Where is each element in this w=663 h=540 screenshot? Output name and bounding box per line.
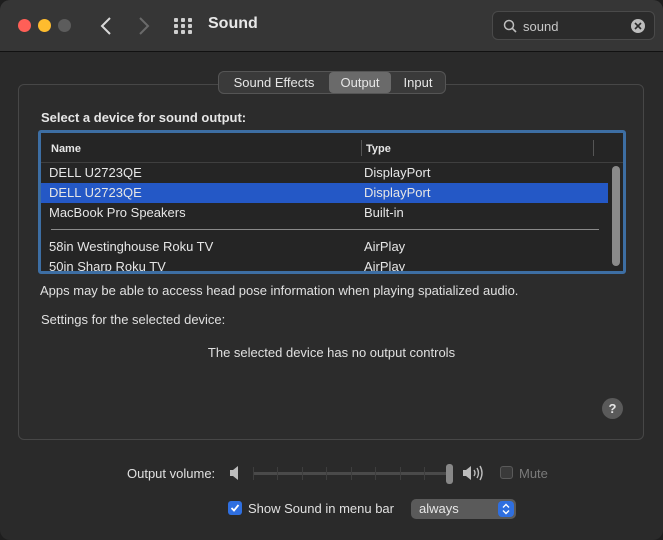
slider-tick [424,467,425,480]
updown-chevron-icon [498,501,514,517]
table-header: Name Type [41,133,623,163]
checkmark-icon [230,504,240,512]
minimize-window-button[interactable] [38,19,51,32]
search-input[interactable] [523,17,623,35]
close-window-button[interactable] [18,19,31,32]
window-title: Sound [208,15,258,32]
column-separator [361,140,362,156]
select-value: always [419,501,459,516]
vertical-scrollbar[interactable] [611,164,621,271]
tab-bar: Sound Effects Output Input [218,71,446,94]
slider-tick [253,467,254,480]
device-table[interactable]: Name Type DELL U2723QE DisplayPort DELL … [38,130,626,274]
forward-button[interactable] [133,14,155,38]
device-name: 50in Sharp Roku TV [49,259,166,274]
device-name: MacBook Pro Speakers [49,205,186,220]
back-button[interactable] [95,14,117,38]
menu-bar-visibility-select[interactable]: always [411,499,516,519]
slider-knob[interactable] [446,464,453,484]
mute-label: Mute [519,466,548,481]
device-type: DisplayPort [364,165,431,180]
device-name: DELL U2723QE [49,165,142,180]
device-name: DELL U2723QE [49,185,142,200]
speaker-high-icon [462,464,486,487]
slider-tick [351,467,352,480]
column-header-type[interactable]: Type [366,143,391,155]
tab-output[interactable]: Output [329,72,391,93]
list-divider [51,229,599,230]
mute-checkbox[interactable] [500,466,513,479]
table-row[interactable]: 58in Westinghouse Roku TV AirPlay [41,237,608,257]
titlebar: Sound [0,0,663,52]
clear-search-button[interactable] [631,19,645,33]
chevron-right-icon [139,17,150,35]
slider-tick [302,467,303,480]
table-row[interactable]: MacBook Pro Speakers Built-in [41,203,608,223]
search-field[interactable] [492,11,655,40]
slider-tick [400,467,401,480]
show-in-menu-bar-checkbox[interactable] [228,501,242,515]
device-type: Built-in [364,205,404,220]
device-type: AirPlay [364,259,406,274]
show-all-button[interactable] [173,17,193,35]
scrollbar-thumb[interactable] [612,166,620,266]
column-header-name[interactable]: Name [51,143,81,155]
spatial-audio-note: Apps may be able to access head pose inf… [40,283,519,298]
slider-tick [277,467,278,480]
device-type: AirPlay [364,239,406,254]
device-type: DisplayPort [364,185,431,200]
table-row[interactable]: 50in Sharp Roku TV AirPlay [41,257,608,274]
slider-tick [326,467,327,480]
settings-label: Settings for the selected device: [41,312,226,327]
zoom-window-button[interactable] [58,19,71,32]
column-separator [593,140,594,156]
device-name: 58in Westinghouse Roku TV [49,239,214,254]
table-row[interactable]: DELL U2723QE DisplayPort [41,163,608,183]
help-button[interactable]: ? [602,398,623,419]
grid-icon [174,18,192,34]
sound-preferences-window: Sound Sound Effects Output Input Select … [0,0,663,540]
slider-tick [375,467,376,480]
close-icon [634,22,642,30]
no-controls-message: The selected device has no output contro… [207,345,456,360]
output-volume-slider[interactable] [253,464,455,484]
tab-input[interactable]: Input [391,72,445,93]
output-volume-label: Output volume: [127,466,216,481]
chevron-left-icon [100,17,111,35]
tab-sound-effects[interactable]: Sound Effects [219,72,329,93]
search-icon [503,19,517,38]
table-row-selected[interactable]: DELL U2723QE DisplayPort [41,183,608,203]
speaker-low-icon [229,465,243,486]
show-in-menu-bar-label: Show Sound in menu bar [248,501,394,516]
section-label: Select a device for sound output: [41,110,247,125]
